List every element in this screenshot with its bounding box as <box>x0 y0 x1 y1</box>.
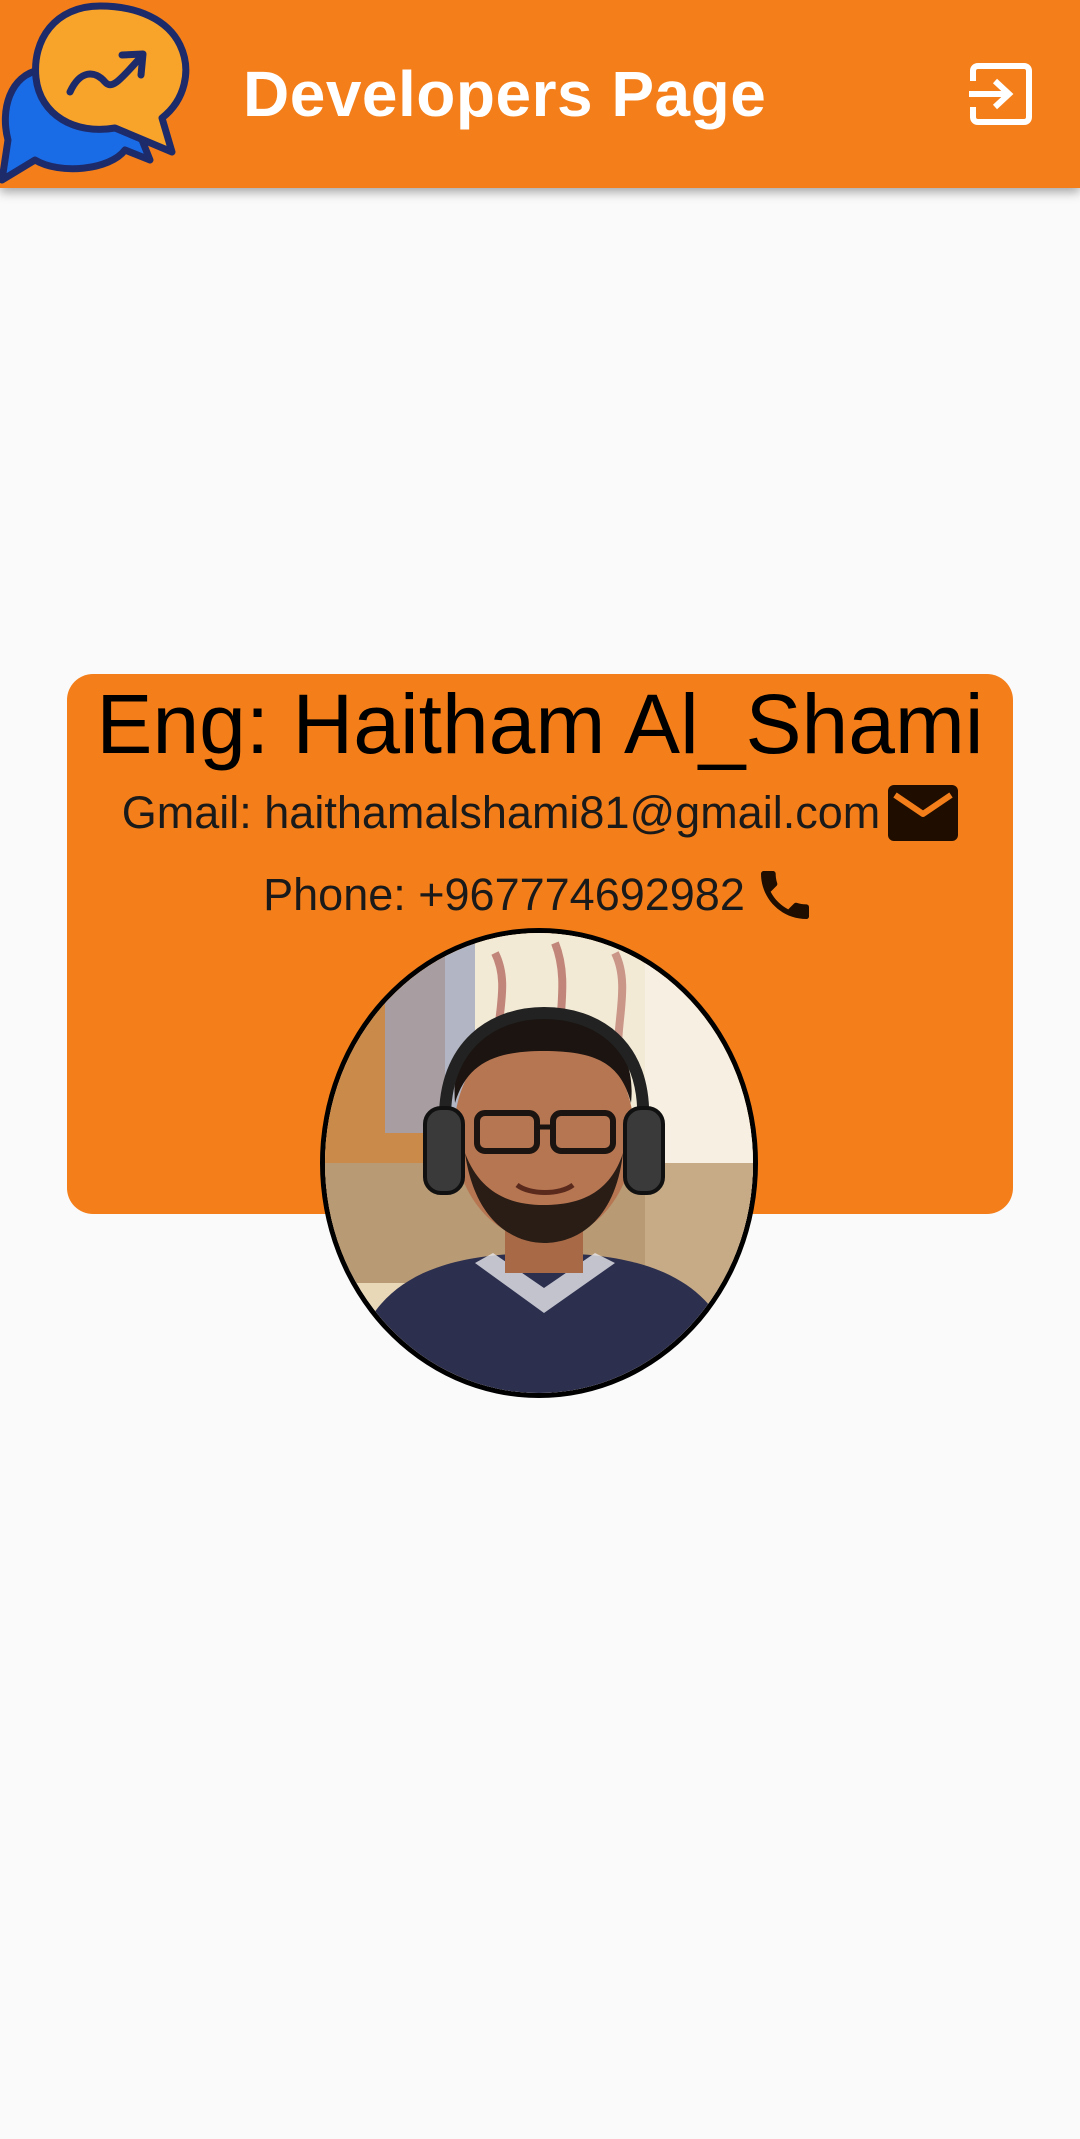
phone-text: Phone: +967774692982 <box>263 869 745 920</box>
developer-avatar <box>320 928 758 1398</box>
developer-name: Eng: Haitham Al_Shami <box>96 677 984 771</box>
exit-to-app-icon <box>969 63 1032 125</box>
page-title: Developers Page <box>243 58 767 130</box>
gmail-row[interactable]: Gmail: haithamalshami81@gmail.com <box>0 780 1080 846</box>
app-bar: Developers Page <box>0 0 1080 188</box>
email-icon[interactable] <box>888 785 959 841</box>
gmail-text: Gmail: haithamalshami81@gmail.com <box>121 787 881 838</box>
exit-button[interactable] <box>958 52 1042 136</box>
phone-icon[interactable] <box>753 863 817 927</box>
app-logo-icon <box>0 0 195 188</box>
phone-row[interactable]: Phone: +967774692982 <box>0 862 1080 928</box>
